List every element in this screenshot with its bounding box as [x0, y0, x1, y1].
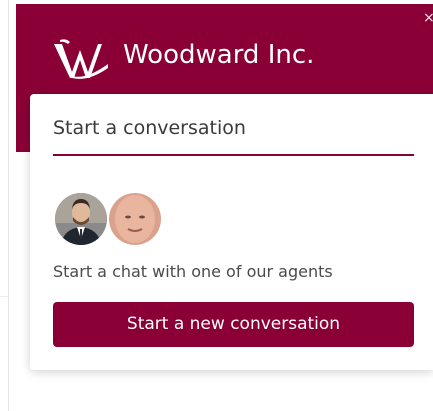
company-name: Woodward Inc. [123, 40, 315, 70]
chat-widget: Woodward Inc. × Start a conversation Sta… [0, 0, 433, 411]
woodward-logo [54, 39, 108, 79]
close-icon[interactable]: × [423, 10, 433, 26]
title-divider [53, 154, 414, 156]
agent-avatars [54, 192, 164, 246]
page-divider [8, 0, 9, 411]
agent-avatar-1 [54, 192, 108, 246]
card-title: Start a conversation [53, 117, 246, 139]
agents-description: Start a chat with one of our agents [53, 262, 333, 281]
start-conversation-button[interactable]: Start a new conversation [53, 302, 414, 347]
conversation-card: Start a conversation Start a chat with o… [30, 94, 433, 370]
page-divider-horizontal [0, 296, 8, 297]
agent-avatar-2 [108, 192, 162, 246]
